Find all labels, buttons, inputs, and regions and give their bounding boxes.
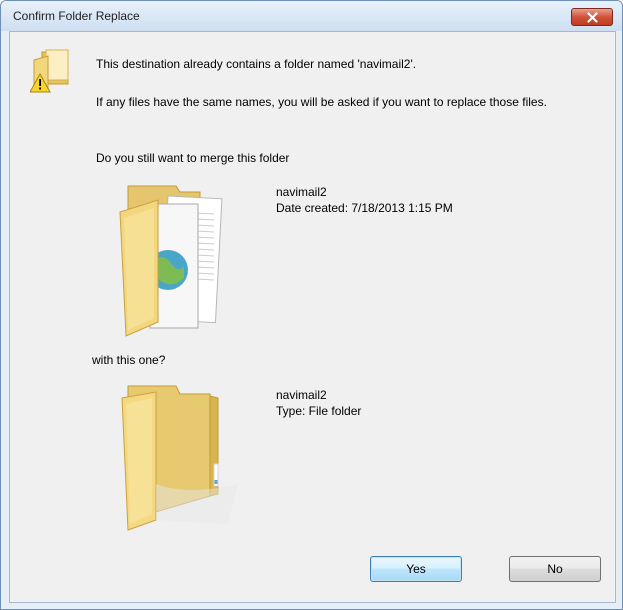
warning-folder-icon: [30, 49, 69, 93]
close-button[interactable]: [571, 8, 613, 26]
empty-folder-icon: [121, 385, 238, 531]
yes-button[interactable]: Yes: [370, 556, 462, 582]
new-folder-type: Type: File folder: [276, 404, 362, 418]
existing-folder-info: navimail2 Date created: 7/18/2013 1:15 P…: [276, 184, 453, 216]
message-line-1: This destination already contains a fold…: [96, 57, 417, 71]
message-line-4: with this one?: [92, 353, 166, 367]
dialog-body: This destination already contains a fold…: [9, 31, 616, 603]
existing-folder-name: navimail2: [276, 185, 327, 199]
new-folder-name: navimail2: [276, 388, 327, 402]
dialog-title: Confirm Folder Replace: [13, 9, 140, 23]
dialog-window: Confirm Folder Replace This destination …: [0, 0, 623, 610]
message-line-2: If any files have the same names, you wi…: [96, 95, 547, 109]
existing-folder-date: Date created: 7/18/2013 1:15 PM: [276, 201, 453, 215]
folder-with-documents-icon: [119, 185, 223, 337]
close-icon: [587, 12, 598, 23]
message-line-3: Do you still want to merge this folder: [96, 151, 290, 165]
new-folder-info: navimail2 Type: File folder: [276, 387, 361, 419]
title-bar[interactable]: Confirm Folder Replace: [1, 1, 622, 31]
no-button[interactable]: No: [509, 556, 601, 582]
